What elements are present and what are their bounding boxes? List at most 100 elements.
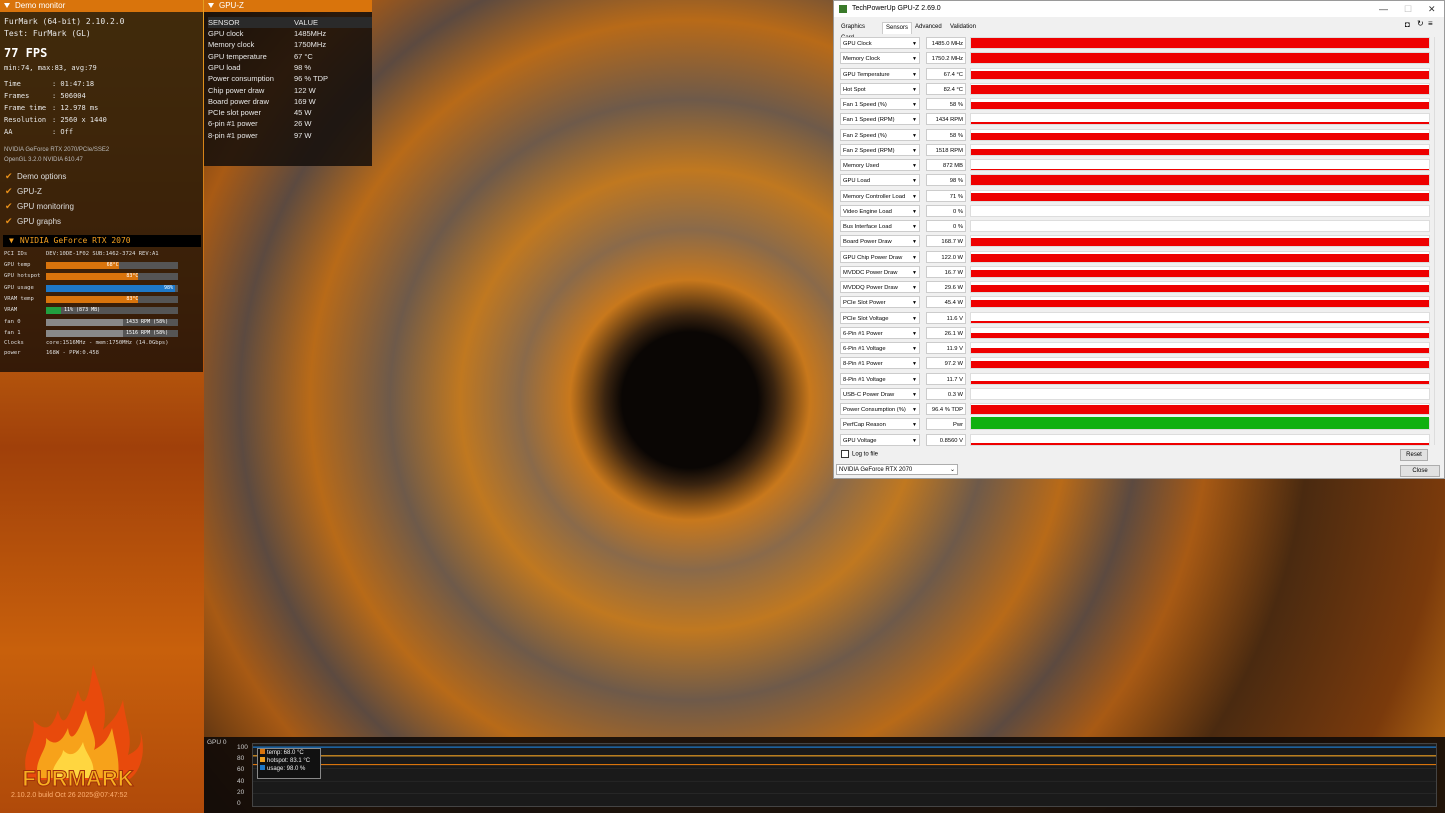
sensor-name-dropdown[interactable]: Fan 2 Speed (%) ▼ bbox=[840, 128, 920, 141]
gpuz-overlay-row: GPU temperature 67 °C bbox=[208, 51, 372, 62]
demo-monitor-header[interactable]: Demo monitor bbox=[0, 0, 203, 12]
sensor-name-dropdown[interactable]: Fan 1 Speed (%) ▼ bbox=[840, 98, 920, 110]
sensor-name-dropdown[interactable]: Memory Used ▼ bbox=[840, 159, 920, 171]
close-icon[interactable]: ✕ bbox=[1428, 1, 1436, 17]
log-to-file-checkbox[interactable] bbox=[841, 450, 849, 458]
sensor-name-dropdown[interactable]: PCIe Slot Power ▼ bbox=[840, 296, 920, 309]
sensor-name-dropdown[interactable]: Fan 2 Speed (RPM) ▼ bbox=[840, 143, 920, 156]
checkmark-icon[interactable]: ✔ bbox=[5, 187, 13, 196]
sensor-name-dropdown[interactable]: GPU Chip Power Draw ▼ bbox=[840, 250, 920, 263]
sensor-value: 1434 RPM bbox=[926, 113, 966, 126]
stat-label: Time bbox=[4, 80, 21, 88]
checkmark-icon[interactable]: ✔ bbox=[5, 202, 13, 211]
sensor-name-label: Power Consumption (%) bbox=[843, 407, 906, 413]
sensor-name: Power consumption bbox=[208, 74, 274, 84]
sensor-value: 0 % bbox=[926, 220, 966, 232]
sensor-name-dropdown[interactable]: 6-Pin #1 Power ▼ bbox=[840, 326, 920, 339]
log-to-file-label: Log to file bbox=[852, 451, 879, 458]
sensor-name-dropdown[interactable]: PCIe Slot Voltage ▼ bbox=[840, 311, 920, 324]
tab-sensors[interactable]: Sensors bbox=[882, 22, 913, 34]
sensor-name-dropdown[interactable]: Video Engine Load ▼ bbox=[840, 204, 920, 217]
option-gpu-z[interactable]: ✔ GPU-Z bbox=[5, 187, 42, 197]
checkmark-icon[interactable]: ✔ bbox=[5, 172, 13, 181]
sensor-value: 11.7 V bbox=[926, 372, 966, 385]
power-value: 168W - PPW:0.458 bbox=[46, 350, 99, 356]
sensor-row: GPU Temperature ▼ 67.4 °C bbox=[840, 67, 1430, 81]
dropdown-arrow-icon: ▼ bbox=[912, 376, 917, 383]
sensor-name-dropdown[interactable]: 8-Pin #1 Power ▼ bbox=[840, 357, 920, 370]
sensor-name-dropdown[interactable]: MVDDQ Power Draw ▼ bbox=[840, 281, 920, 293]
sensor-graph-fill bbox=[971, 122, 1429, 125]
refresh-icon[interactable]: ↻ bbox=[1417, 19, 1424, 28]
gpuz-overlay-row: Memory clock 1750MHz bbox=[208, 39, 372, 50]
sensor-value: 58 % bbox=[926, 98, 966, 110]
sensor-name-dropdown[interactable]: 8-Pin #1 Voltage ▼ bbox=[840, 372, 920, 385]
collapse-triangle-icon[interactable] bbox=[208, 3, 214, 9]
collapse-triangle-icon[interactable] bbox=[4, 3, 10, 9]
legend-swatch-hotspot bbox=[260, 757, 265, 762]
sensor-name-dropdown[interactable]: 6-Pin #1 Voltage ▼ bbox=[840, 342, 920, 354]
sensor-name-dropdown[interactable]: Hot Spot ▼ bbox=[840, 82, 920, 95]
gpuz-titlebar[interactable]: TechPowerUp GPU-Z 2.69.0 — ☐ ✕ bbox=[834, 1, 1444, 17]
sensor-name-dropdown[interactable]: Bus Interface Load ▼ bbox=[840, 220, 920, 232]
y-tick-label: 100 bbox=[237, 744, 248, 751]
checkmark-icon[interactable]: ✔ bbox=[5, 217, 13, 226]
sensor-name-label: GPU Load bbox=[843, 178, 871, 185]
sensor-name-dropdown[interactable]: PerfCap Reason ▼ bbox=[840, 418, 920, 431]
reset-button[interactable]: Reset bbox=[1400, 449, 1428, 461]
dropdown-arrow-icon: ▼ bbox=[912, 254, 917, 261]
camera-icon[interactable]: ◘ bbox=[1405, 20, 1410, 29]
dropdown-arrow-icon: ▼ bbox=[912, 361, 917, 368]
device-select[interactable]: NVIDIA GeForce RTX 2070 ⌄ bbox=[836, 464, 958, 475]
sensor-name-dropdown[interactable]: Board Power Draw ▼ bbox=[840, 235, 920, 248]
sensor-row: Board Power Draw ▼ 168.7 W bbox=[840, 235, 1430, 248]
minimize-icon[interactable]: — bbox=[1379, 1, 1388, 17]
tab-graphics-card[interactable]: Graphics Card bbox=[838, 22, 868, 41]
meter-text: 98% bbox=[164, 284, 174, 291]
sensor-row: Fan 1 Speed (%) ▼ 58 % bbox=[840, 98, 1430, 111]
option-demo-options[interactable]: ✔ Demo options bbox=[5, 172, 66, 182]
sensor-row: Power Consumption (%) ▼ 96.4 % TDP bbox=[840, 403, 1430, 416]
sensor-graph-fill bbox=[971, 192, 1429, 201]
col-value: VALUE bbox=[294, 18, 319, 27]
dropdown-arrow-icon: ▼ bbox=[912, 117, 917, 124]
option-gpu-graphs[interactable]: ✔ GPU graphs bbox=[5, 217, 61, 227]
sensor-name-dropdown[interactable]: Power Consumption (%) ▼ bbox=[840, 403, 920, 415]
sensor-name-dropdown[interactable]: Memory Controller Load ▼ bbox=[840, 189, 920, 202]
stat-value: : 01:47:18 bbox=[52, 80, 95, 88]
sensor-row: GPU Load ▼ 98 % bbox=[840, 174, 1430, 187]
sensor-name-label: Board Power Draw bbox=[843, 239, 892, 246]
sensor-name-dropdown[interactable]: Fan 1 Speed (RPM) ▼ bbox=[840, 113, 920, 126]
sensor-scrollbar[interactable] bbox=[1434, 37, 1441, 445]
sensor-value: 45.4 W bbox=[926, 296, 966, 309]
tab-advanced[interactable]: Advanced bbox=[912, 22, 945, 33]
maximize-icon[interactable]: ☐ bbox=[1404, 1, 1412, 17]
option-gpu-monitoring[interactable]: ✔ GPU monitoring bbox=[5, 202, 74, 212]
sensor-name-dropdown[interactable]: GPU Clock ▼ bbox=[840, 37, 920, 49]
gpu-name: NVIDIA GeForce RTX 2070 bbox=[19, 236, 131, 245]
dropdown-arrow-icon: ▼ bbox=[912, 346, 917, 352]
sensor-name-dropdown[interactable]: MVDDC Power Draw ▼ bbox=[840, 265, 920, 278]
furmark-logo: FURMARK bbox=[8, 650, 148, 792]
dropdown-arrow-icon: ▼ bbox=[912, 56, 917, 63]
gpuz-overlay-row: GPU load 98 % bbox=[208, 62, 372, 73]
sensor-name-dropdown[interactable]: GPU Voltage ▼ bbox=[840, 433, 920, 446]
sensor-graph bbox=[970, 174, 1430, 187]
meter-bar: 83°C bbox=[46, 273, 178, 281]
graph-title: GPU 0 bbox=[207, 739, 227, 746]
sensor-name-dropdown[interactable]: USB-C Power Draw ▼ bbox=[840, 387, 920, 400]
sensor-name-dropdown[interactable]: Memory Clock ▼ bbox=[840, 52, 920, 65]
meter-bar: 68°C bbox=[46, 262, 178, 269]
menu-icon[interactable]: ≡ bbox=[1428, 19, 1433, 28]
gpuz-overlay-row: Power consumption 96 % TDP bbox=[208, 73, 372, 84]
gpu-section-header[interactable]: ▼ NVIDIA GeForce RTX 2070 bbox=[3, 235, 201, 247]
sensor-row: GPU Chip Power Draw ▼ 122.0 W bbox=[840, 250, 1430, 264]
sensor-name-dropdown[interactable]: GPU Temperature ▼ bbox=[840, 67, 920, 80]
gpuz-overlay-header[interactable]: GPU-Z bbox=[204, 0, 372, 12]
bar-label: VRAM bbox=[4, 307, 18, 314]
tab-validation[interactable]: Validation bbox=[947, 22, 979, 33]
sensor-graph bbox=[970, 52, 1430, 65]
sensor-name-label: Memory Used bbox=[843, 163, 880, 169]
sensor-name-dropdown[interactable]: GPU Load ▼ bbox=[840, 174, 920, 187]
close-button[interactable]: Close bbox=[1400, 465, 1440, 477]
